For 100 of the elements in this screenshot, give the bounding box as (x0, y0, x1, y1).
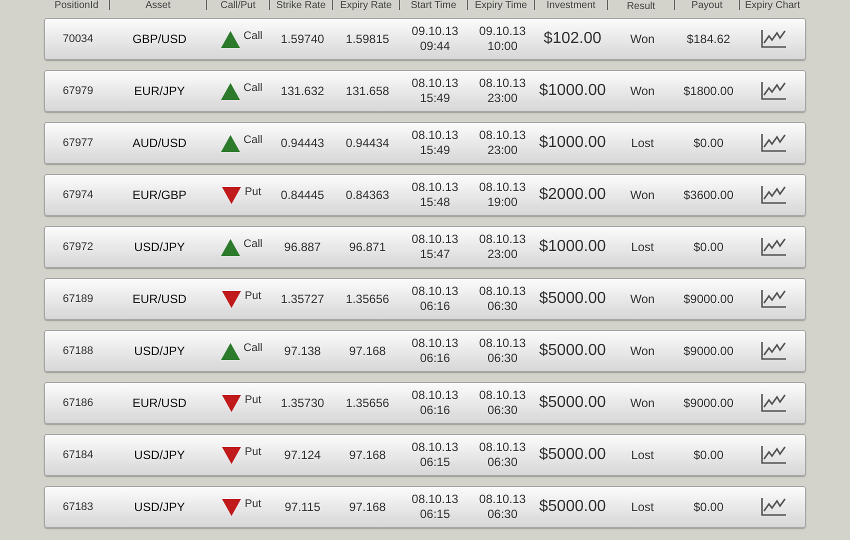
line-chart-icon[interactable] (760, 29, 786, 49)
line-chart-icon[interactable] (760, 497, 786, 517)
table-cell-text: 67972 (62, 240, 94, 255)
table-cell-text: 97.168 (349, 499, 386, 516)
column-header: Strike Rate (276, 0, 326, 10)
date-time: 08.10.13 06:16 (412, 388, 458, 418)
column-header: PositionId (54, 0, 98, 10)
table-cell-text: Lost (631, 447, 654, 464)
line-chart-icon[interactable] (760, 81, 786, 101)
column-header: Start Time (410, 0, 456, 10)
table-cell-text: 67974 (62, 188, 94, 203)
date-time: 08.10.13 15:47 (412, 232, 458, 262)
table-cell-text: $0.00 (693, 499, 724, 516)
date-time: 09.10.13 09:44 (412, 24, 458, 54)
table-cell-text: USD/JPY (134, 447, 185, 464)
date-time: 08.10.13 06:30 (479, 284, 526, 314)
date-time: 08.10.13 19:00 (479, 180, 526, 210)
table-cell-text: 96.887 (284, 239, 321, 256)
table-cell-text: EUR/USD (132, 395, 186, 412)
table-cell-text: $3600.00 (683, 187, 734, 204)
table-cell-text: $2000.00 (539, 185, 606, 205)
table-cell-text: Won (630, 395, 655, 412)
table-cell-text: $184.62 (686, 31, 730, 48)
table-row[interactable]: 67979 EUR/JPY Call 131.632 131.658 08.10.13 15:49 08.10.13 23:00 $1000.00 Won $1800.00 (44, 70, 806, 112)
date-time: 08.10.13 15:49 (412, 128, 458, 158)
table-cell-text: USD/JPY (134, 343, 185, 360)
table-row[interactable]: 67183 USD/JPY Put 97.115 97.168 08.10.13 06:15 08.10.13 06:30 $5000.00 Lost $0.00 (44, 486, 806, 528)
line-chart-icon[interactable] (760, 185, 786, 205)
table-cell-text: 70034 (62, 32, 94, 47)
table-cell-text: $5000.00 (539, 341, 606, 361)
column-header: Result (626, 1, 656, 10)
date-time: 08.10.13 06:16 (412, 284, 458, 314)
date-time: 08.10.13 23:00 (479, 128, 526, 158)
table-cell-text: Put (244, 392, 262, 408)
date-time: 08.10.13 15:49 (412, 76, 458, 106)
table-cell-text: $1000.00 (539, 133, 606, 153)
date-time: 08.10.13 06:30 (479, 492, 526, 522)
date-time: 08.10.13 06:15 (412, 440, 458, 470)
table-cell-text: 0.84445 (280, 187, 324, 204)
table-cell-text: $5000.00 (539, 497, 606, 517)
line-chart-icon[interactable] (760, 445, 786, 465)
table-cell-text: $102.00 (544, 29, 602, 49)
table-cell-text: 97.124 (284, 447, 321, 464)
table-cell-text: $5000.00 (539, 393, 606, 413)
date-time: 08.10.13 23:00 (479, 76, 526, 106)
date-time: 08.10.13 23:00 (479, 232, 526, 262)
table-cell-text: Call (244, 340, 262, 356)
table-cell-text: Lost (631, 239, 654, 256)
table-row[interactable]: 67189 EUR/USD Put 1.35727 1.35656 08.10.13 06:16 08.10.13 06:30 $5000.00 Won $9000.00 (44, 278, 806, 320)
table-cell-text: Call (244, 28, 262, 44)
table-cell-text: EUR/JPY (134, 83, 185, 100)
table-cell-text: USD/JPY (134, 499, 185, 516)
table-cell-text: Won (630, 343, 655, 360)
table-row[interactable]: 67188 USD/JPY Call 97.138 97.168 08.10.13 06:16 08.10.13 06:30 $5000.00 Won $9000.00 (44, 330, 806, 372)
table-cell-text: 67977 (62, 136, 94, 151)
table-cell-text: Call (244, 80, 262, 96)
table-cell-text: 1.35656 (346, 395, 390, 412)
column-header: Expiry Chart (744, 0, 800, 11)
table-cell-text: Put (244, 288, 262, 304)
line-chart-icon[interactable] (760, 341, 786, 361)
column-header: Asset (145, 0, 170, 10)
line-chart-icon[interactable] (760, 393, 786, 413)
table-cell-text: $5000.00 (539, 445, 606, 465)
line-chart-icon[interactable] (760, 133, 786, 153)
table-row[interactable]: 67186 EUR/USD Put 1.35730 1.35656 08.10.13 06:16 08.10.13 06:30 $5000.00 Won $9000.00 (44, 382, 806, 424)
table-cell-text: 0.94434 (346, 135, 390, 152)
date-time: 08.10.13 06:15 (412, 492, 458, 522)
table-cell-text: $9000.00 (683, 343, 734, 360)
column-header: Investment (546, 0, 596, 10)
table-row[interactable]: 67972 USD/JPY Call 96.887 96.871 08.10.13 15:47 08.10.13 23:00 $1000.00 Lost $0.00 (44, 226, 806, 268)
table-cell-text: $1000.00 (539, 81, 606, 101)
table-cell-text: 131.632 (280, 83, 324, 100)
table-cell-text: $9000.00 (683, 291, 734, 308)
table-cell-text: 1.59740 (280, 31, 324, 48)
table-row[interactable]: 67184 USD/JPY Put 97.124 97.168 08.10.13 06:15 08.10.13 06:30 $5000.00 Lost $0.00 (44, 434, 806, 476)
line-chart-icon[interactable] (760, 237, 786, 257)
table-cell-text: $9000.00 (683, 395, 734, 412)
table-cell-text: $1000.00 (539, 237, 606, 257)
table-cell-text: 67979 (62, 84, 94, 99)
table-cell-text: 131.658 (346, 83, 390, 100)
table-row[interactable]: 70034 GBP/USD Call 1.59740 1.59815 09.10.13 09:44 09.10.13 10:00 $102.00 Won $184.62 (44, 18, 806, 60)
table-row[interactable]: 67974 EUR/GBP Put 0.84445 0.84363 08.10.13 15:48 08.10.13 19:00 $2000.00 Won $3600.00 (44, 174, 806, 216)
table-cell-text: Lost (631, 135, 654, 152)
table-cell-text: AUD/USD (132, 135, 186, 152)
column-header: Expiry Rate (340, 0, 392, 10)
table-cell-text: Put (244, 184, 262, 200)
line-chart-icon[interactable] (760, 289, 786, 309)
table-cell-text: Lost (631, 499, 654, 516)
table-cell-text: Put (244, 496, 262, 512)
table-cell-text: USD/JPY (134, 239, 185, 256)
table-cell-text: 67184 (62, 448, 94, 463)
table-cell-text: 97.168 (349, 447, 386, 464)
table-row[interactable]: 67977 AUD/USD Call 0.94443 0.94434 08.10.13 15:49 08.10.13 23:00 $1000.00 Lost $0.00 (44, 122, 806, 164)
column-header: Payout (691, 0, 723, 10)
table-cell-text: Won (630, 291, 655, 308)
table-cell-text: 97.168 (349, 343, 386, 360)
table-cell-text: 0.84363 (346, 187, 390, 204)
table-cell-text: EUR/USD (132, 291, 186, 308)
date-time: 09.10.13 10:00 (479, 24, 526, 54)
table-cell-text: $5000.00 (539, 289, 606, 309)
